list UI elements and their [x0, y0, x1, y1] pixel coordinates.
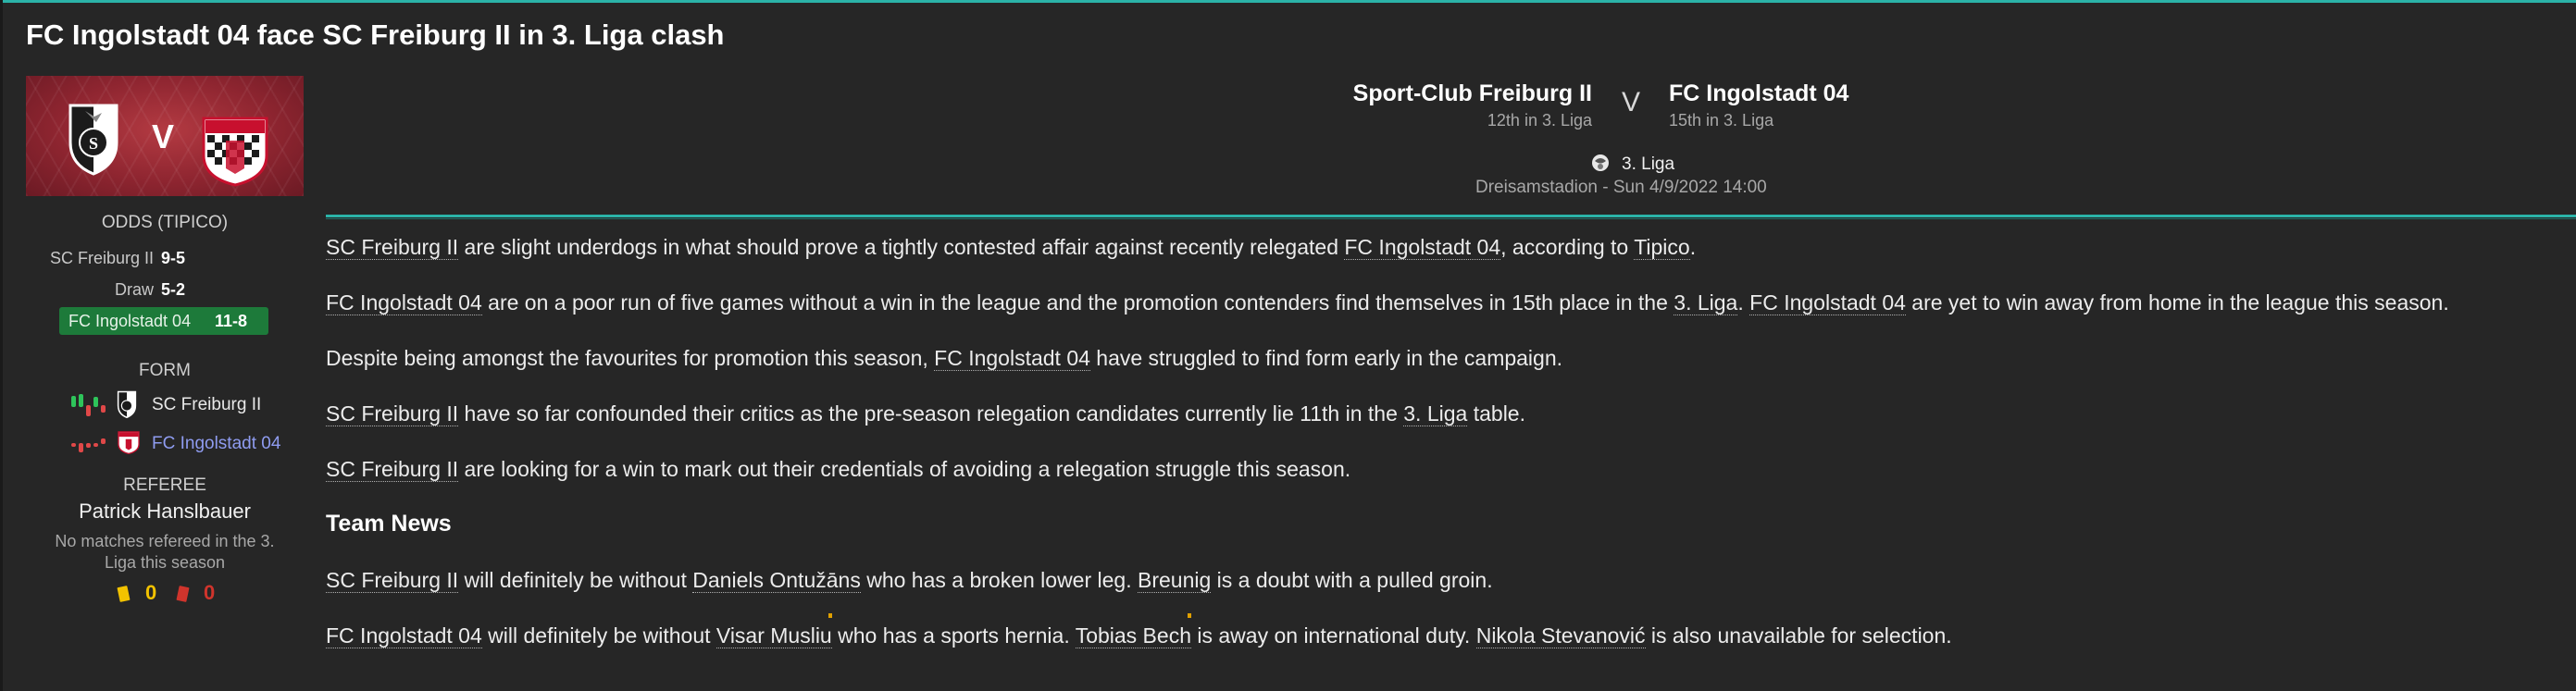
player-link[interactable]: Breunig — [1138, 568, 1212, 593]
sc-freiburg-crest-icon[interactable]: S — [67, 102, 120, 176]
international-duty-marker-icon — [1188, 613, 1191, 618]
match-versus: V — [1622, 87, 1641, 117]
top-accent-line — [0, 0, 2576, 3]
article-text: is away on international duty. — [1191, 623, 1476, 648]
article-text: who has a broken lower leg. — [860, 568, 1138, 592]
odds-list: SC Freiburg II 9-5 Draw 5-2 FC Ingolstad… — [26, 242, 304, 337]
away-team-position: 15th in 3. Liga — [1669, 111, 1774, 130]
odds-team-name: FC Ingolstadt 04 — [68, 312, 192, 330]
team-link[interactable]: SC Freiburg II — [326, 401, 459, 426]
referee-label: REFEREE — [123, 475, 206, 495]
team-link[interactable]: SC Freiburg II — [326, 235, 459, 260]
competition-link[interactable]: 3. Liga — [1403, 401, 1468, 426]
article-paragraph: Despite being amongst the favourites for… — [326, 346, 1562, 371]
competition-link[interactable]: 3. Liga — [1674, 290, 1738, 315]
player-link[interactable]: Visar Musliu — [716, 613, 832, 648]
home-team-position: 12th in 3. Liga — [1487, 111, 1592, 130]
article-text: Despite being amongst the favourites for… — [326, 346, 935, 370]
team-link[interactable]: SC Freiburg II — [326, 568, 459, 593]
player-link[interactable]: Tobias Bech — [1075, 613, 1191, 648]
article-text: who has a sports hernia. — [831, 623, 1076, 648]
odds-row-home: SC Freiburg II 9-5 — [26, 242, 304, 274]
sc-freiburg-crest-icon — [117, 390, 137, 418]
article-text: table. — [1467, 401, 1525, 426]
match-sidebar: S V ODDS (TIPICO) SC Freiburg II 9-5 Dra… — [26, 76, 304, 611]
form-team-name[interactable]: SC Freiburg II — [152, 395, 261, 415]
article-text: have struggled to find form early in the… — [1089, 346, 1563, 370]
form-list: SC Freiburg II FC Ingolstadt 04 — [26, 387, 304, 464]
article-text: is a doubt with a pulled groin. — [1211, 568, 1493, 592]
form-label: FORM — [139, 361, 191, 380]
article-text: are slight underdogs in what should prov… — [458, 235, 1345, 259]
article-text: have so far confounded their critics as … — [458, 401, 1404, 426]
odds-row-away: FC Ingolstadt 04 11-8 — [26, 305, 304, 337]
left-edge — [0, 0, 3, 691]
odds-draw-label: Draw — [114, 280, 154, 299]
article-paragraph: FC Ingolstadt 04 are on a poor run of fi… — [326, 290, 2449, 315]
home-team-name[interactable]: Sport-Club Freiburg II — [1353, 80, 1592, 107]
page-title: FC Ingolstadt 04 face SC Freiburg II in … — [26, 19, 725, 51]
team-news-heading: Team News — [326, 511, 452, 537]
article-text: are looking for a win to mark out their … — [458, 457, 1351, 481]
form-team-name[interactable]: FC Ingolstadt 04 — [152, 434, 280, 454]
referee-note-line: Liga this season — [104, 553, 226, 572]
article-paragraph: SC Freiburg II are slight underdogs in w… — [326, 235, 1696, 260]
article-paragraph: SC Freiburg II will definitely be withou… — [326, 568, 1493, 593]
article-text: are on a poor run of five games without … — [481, 290, 1674, 315]
team-link[interactable]: FC Ingolstadt 04 — [1749, 290, 1906, 315]
odds-row-draw: Draw 5-2 — [26, 274, 304, 305]
form-graph-icon — [71, 394, 106, 416]
section-divider — [326, 215, 2576, 217]
banner-versus: V — [152, 117, 175, 155]
team-link[interactable]: FC Ingolstadt 04 — [326, 290, 482, 315]
referee-name[interactable]: Patrick Hanslbauer — [26, 500, 304, 524]
odds-favourite-highlight: FC Ingolstadt 04 11-8 — [59, 307, 268, 335]
team-link[interactable]: FC Ingolstadt 04 — [934, 346, 1090, 371]
yellow-card-count: 0 — [145, 581, 157, 604]
player-link[interactable]: Daniels Ontužāns — [692, 568, 861, 593]
bookmaker-link[interactable]: Tipico — [1634, 235, 1690, 260]
article-text: will definitely be without — [458, 568, 693, 592]
team-link[interactable]: SC Freiburg II — [326, 457, 459, 482]
competition-name[interactable]: 3. Liga — [1622, 154, 1674, 175]
team-link[interactable]: FC Ingolstadt 04 — [1344, 235, 1501, 260]
red-card-icon — [176, 586, 190, 602]
svg-text:S: S — [89, 134, 98, 153]
away-team-name[interactable]: FC Ingolstadt 04 — [1669, 80, 1848, 107]
article-text: , according to — [1500, 235, 1635, 259]
red-card-count: 0 — [204, 581, 216, 604]
player-link[interactable]: Nikola Stevanović — [1475, 623, 1646, 648]
odds-value: 11-8 — [215, 312, 248, 330]
competition-icon — [1592, 154, 1609, 171]
form-graph-icon — [71, 438, 106, 452]
odds-team-name: SC Freiburg II — [49, 249, 154, 267]
referee-note: No matches refereed in the 3. Liga this … — [26, 531, 304, 574]
odds-value: 9-5 — [161, 249, 186, 267]
yellow-card-icon — [117, 586, 131, 602]
fc-ingolstadt-crest-icon — [118, 431, 140, 455]
odds-value: 5-2 — [161, 280, 186, 299]
article-text: are yet to win away from home in the lea… — [1905, 290, 2449, 315]
match-banner: S V — [26, 76, 304, 196]
player-name: Visar Musliu — [716, 623, 832, 648]
article-paragraph: FC Ingolstadt 04 will definitely be with… — [326, 613, 1952, 648]
referee-note-line: No matches refereed in the 3. — [55, 532, 275, 550]
venue-datetime: Dreisamstadion - Sun 4/9/2022 14:00 — [1475, 178, 1767, 197]
player-name: Tobias Bech — [1075, 623, 1191, 648]
article-paragraph: SC Freiburg II have so far confounded th… — [326, 401, 1525, 426]
referee-cards: 0 0 — [26, 579, 304, 611]
fc-ingolstadt-crest-icon[interactable] — [198, 113, 272, 187]
form-row-away[interactable]: FC Ingolstadt 04 — [26, 426, 304, 464]
form-row-home[interactable]: SC Freiburg II — [26, 387, 304, 426]
article-text: is also unavailable for selection. — [1645, 623, 1952, 648]
article-paragraph: SC Freiburg II are looking for a win to … — [326, 457, 1350, 482]
section-divider-shadow — [326, 218, 2576, 219]
injury-marker-icon — [828, 613, 832, 618]
article-text: . — [1737, 290, 1750, 315]
team-link[interactable]: FC Ingolstadt 04 — [326, 623, 482, 648]
article-text: . — [1689, 235, 1697, 259]
article-text: will definitely be without — [481, 623, 716, 648]
odds-label: ODDS (TIPICO) — [101, 213, 229, 232]
